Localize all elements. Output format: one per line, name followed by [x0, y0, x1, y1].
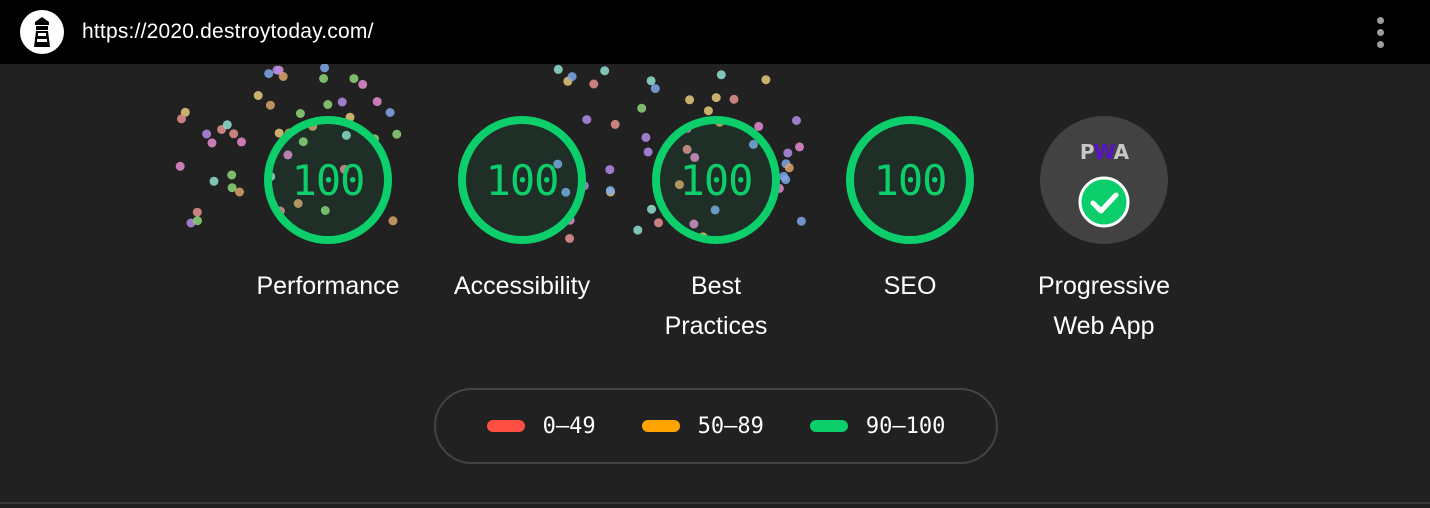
gauge-label: SEO	[883, 272, 937, 300]
gauge-best-practices[interactable]: 100 Best Practices	[621, 116, 811, 356]
lighthouse-icon	[20, 10, 64, 54]
legend-swatch	[641, 420, 680, 432]
confetti-dot	[589, 79, 599, 89]
confetti-dot	[319, 74, 329, 83]
legend-item-fail: 0–49	[486, 413, 596, 439]
score-value: 100	[873, 155, 948, 205]
score-ring: 100	[458, 116, 586, 244]
pwa-logo-icon: PWA	[1079, 140, 1129, 164]
confetti-dot	[193, 216, 202, 226]
legend-swatch	[809, 420, 848, 432]
gauge-label-line: Best	[690, 272, 742, 300]
confetti-dot	[646, 76, 656, 86]
confetti-dot	[372, 97, 382, 107]
legend-range: 90–100	[865, 413, 946, 439]
confetti-dot	[685, 95, 695, 105]
confetti-dot	[337, 97, 347, 107]
legend-swatch	[486, 420, 525, 432]
gauge-label-line: Practices	[664, 312, 768, 340]
confetti-dot	[761, 75, 771, 85]
confetti-dot	[253, 91, 263, 100]
confetti-dot	[358, 79, 368, 89]
confetti-dot	[207, 138, 217, 148]
page-url: https://2020.destroytoday.com/	[82, 20, 374, 43]
legend-item-pass: 90–100	[809, 413, 946, 439]
lighthouse-scores: 100 Performance 100 Accessibility 100 Be…	[0, 64, 1430, 508]
gauge-label: Performance	[256, 272, 400, 300]
gauge-pwa[interactable]: PWA Progressive Web App	[1009, 116, 1199, 356]
more-vertical-icon[interactable]	[1365, 12, 1395, 52]
confetti-dot	[729, 94, 739, 104]
confetti-dot	[202, 129, 212, 139]
confetti-dot	[323, 100, 333, 109]
gauge-label-line: Web App	[1053, 312, 1155, 340]
score-ring: 100	[652, 116, 780, 244]
gauge-accessibility[interactable]: 100 Accessibility	[427, 116, 617, 356]
pwa-badge: PWA	[1040, 116, 1168, 244]
gauge-seo[interactable]: 100 SEO	[815, 116, 1005, 356]
confetti-dot	[209, 176, 219, 186]
gauge-label-line: Progressive	[1038, 272, 1170, 300]
divider	[0, 502, 1430, 504]
score-value: 100	[485, 155, 560, 205]
confetti-dot	[349, 74, 359, 84]
confetti-dot	[553, 64, 563, 74]
confetti-dot	[716, 70, 726, 80]
confetti-dot	[711, 93, 721, 103]
gauge-label: Progressive Web App	[1009, 266, 1199, 346]
confetti-dot	[567, 72, 577, 82]
confetti-dot	[650, 84, 660, 94]
confetti-dot	[265, 100, 275, 110]
confetti-dot	[320, 64, 330, 73]
score-legend: 0–49 50–89 90–100	[434, 388, 998, 464]
confetti-dot	[703, 106, 713, 116]
confetti-dot	[600, 66, 610, 76]
score-value: 100	[679, 155, 754, 205]
confetti-dot	[637, 103, 647, 113]
confetti-dot	[264, 69, 274, 79]
gauge-label: Accessibility	[453, 272, 591, 300]
browser-header: https://2020.destroytoday.com/	[0, 0, 1430, 64]
gauge-label: Best Practices	[621, 266, 811, 346]
confetti-dot	[222, 120, 232, 130]
legend-range: 50–89	[697, 413, 764, 439]
score-ring: 100	[264, 116, 392, 244]
confetti-dot	[175, 161, 185, 171]
confetti-dot	[177, 114, 186, 124]
score-ring: 100	[846, 116, 974, 244]
gauge-performance[interactable]: 100 Performance	[233, 116, 423, 356]
legend-item-average: 50–89	[641, 413, 764, 439]
check-circle-icon	[1078, 176, 1130, 228]
score-value: 100	[291, 155, 366, 205]
confetti-dot	[278, 72, 288, 81]
confetti-dot	[192, 207, 202, 217]
legend-range: 0–49	[542, 413, 596, 439]
